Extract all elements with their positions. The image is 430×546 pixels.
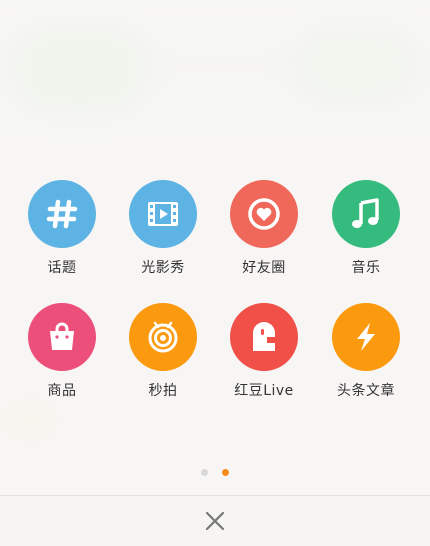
menu-item-headline-article[interactable]: 头条文章: [316, 303, 416, 400]
camera-lens-icon: [148, 321, 178, 353]
headline-article-circle: [332, 303, 400, 371]
menu-item-label: 秒拍: [148, 383, 178, 399]
music-circle: [332, 180, 400, 248]
bottom-bar: [0, 495, 430, 546]
friend-circle-circle: [230, 180, 298, 248]
shopping-bag-icon: [50, 322, 74, 350]
page-dot-active[interactable]: [222, 469, 229, 476]
menu-item-hongdou-live[interactable]: 红豆Live: [214, 303, 314, 400]
close-button[interactable]: [193, 499, 237, 543]
heart-icon: [248, 198, 280, 230]
hongdou-live-circle: [230, 303, 298, 371]
menu-item-label: 话题: [47, 260, 77, 276]
products-circle: [28, 303, 96, 371]
live-mascot-icon: [253, 322, 275, 351]
miaopai-circle: [129, 303, 197, 371]
page-indicator: [0, 469, 430, 476]
menu-item-topic[interactable]: 话题: [12, 180, 112, 277]
menu-item-label: 音乐: [351, 260, 381, 276]
page-dot[interactable]: [201, 469, 208, 476]
music-note-icon: [352, 198, 379, 228]
menu-item-label: 头条文章: [337, 383, 395, 399]
menu-item-music[interactable]: 音乐: [316, 180, 416, 277]
film-icon: [148, 202, 178, 226]
share-menu-grid: 话题 光影秀 好友圈 音乐 商品 秒拍 红豆Live 头条文章: [0, 0, 430, 545]
menu-item-video-show[interactable]: 光影秀: [113, 180, 213, 277]
topic-circle: [28, 180, 96, 248]
lightning-icon: [357, 323, 375, 351]
menu-item-label: 商品: [47, 383, 77, 399]
video-show-circle: [129, 180, 197, 248]
menu-item-miaopai[interactable]: 秒拍: [113, 303, 213, 400]
menu-item-label: 好友圈: [242, 260, 286, 276]
menu-item-products[interactable]: 商品: [12, 303, 112, 400]
hashtag-icon: [46, 199, 78, 229]
menu-item-label: 光影秀: [141, 260, 185, 276]
menu-item-friend-circle[interactable]: 好友圈: [214, 180, 314, 277]
menu-item-label: 红豆Live: [234, 383, 294, 399]
close-icon: [205, 511, 225, 531]
